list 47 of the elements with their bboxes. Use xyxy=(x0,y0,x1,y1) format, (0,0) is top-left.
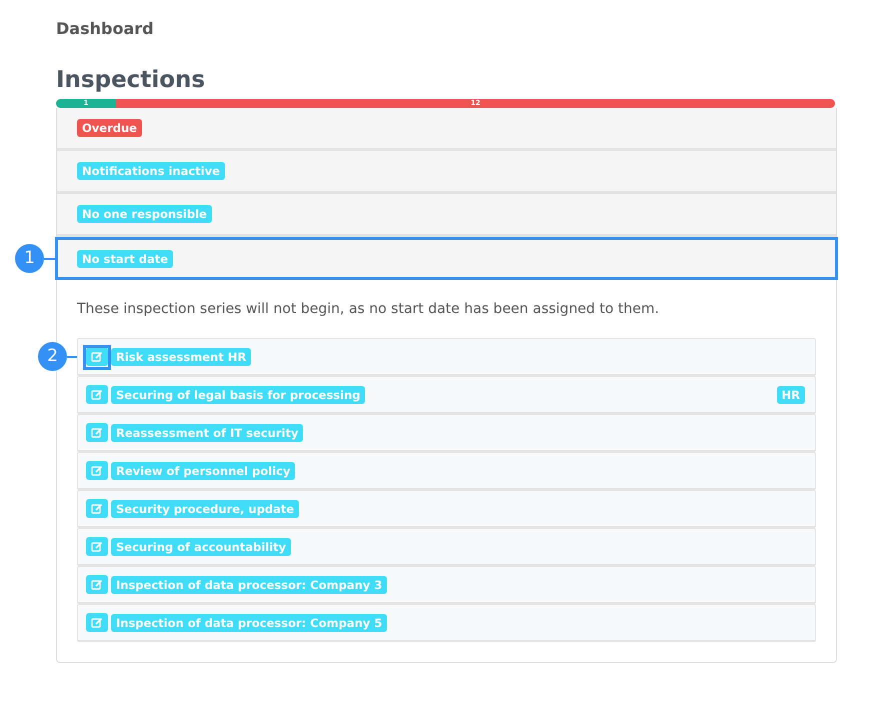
list-row[interactable]: Risk assessment HR xyxy=(77,338,816,376)
inspection-badge[interactable]: Review of personnel policy xyxy=(111,462,296,480)
edit-icon xyxy=(91,389,103,400)
edit-button[interactable] xyxy=(86,613,108,632)
panel-header[interactable]: Overdue xyxy=(57,108,836,151)
leader-line xyxy=(44,258,56,260)
edit-button[interactable] xyxy=(86,385,108,404)
list-row[interactable]: Reassessment of IT security xyxy=(77,414,816,452)
inspection-badge[interactable]: Securing of accountability xyxy=(111,538,292,556)
panel-header[interactable]: No one responsible xyxy=(57,194,836,237)
inspection-badge[interactable]: Securing of legal basis for processing xyxy=(111,386,366,404)
edit-button[interactable] xyxy=(86,461,108,480)
list-row[interactable]: Inspection of data processor: Company 5 xyxy=(77,604,816,642)
status-badge: No one responsible xyxy=(77,205,212,223)
edit-button[interactable] xyxy=(86,499,108,518)
panel-header[interactable]: Notifications inactive xyxy=(57,151,836,194)
edit-icon xyxy=(91,617,103,628)
list-row[interactable]: Inspection of data processor: Company 3 xyxy=(77,566,816,604)
highlight-frame xyxy=(83,345,111,370)
breadcrumb[interactable]: Dashboard xyxy=(56,19,154,38)
status-badge: Overdue xyxy=(77,119,142,137)
callout-marker: 2 xyxy=(38,342,67,371)
list-row[interactable]: Review of personnel policy xyxy=(77,452,816,490)
list-row[interactable]: Securing of legal basis for processing HR xyxy=(77,376,816,414)
list-row[interactable]: Security procedure, update xyxy=(77,490,816,528)
edit-icon xyxy=(91,579,103,590)
inspection-badge[interactable]: Security procedure, update xyxy=(111,500,300,518)
inspection-badge[interactable]: Reassessment of IT security xyxy=(111,424,304,442)
inspection-badge[interactable]: Inspection of data processor: Company 5 xyxy=(111,614,388,632)
edit-icon xyxy=(91,351,103,362)
status-badge: No start date xyxy=(77,250,174,268)
edit-button[interactable] xyxy=(86,423,108,442)
tag-badge: HR xyxy=(776,386,805,404)
edit-button[interactable] xyxy=(86,347,108,366)
edit-icon xyxy=(91,427,103,438)
callout-marker: 1 xyxy=(15,244,44,273)
list-row[interactable]: Securing of accountability xyxy=(77,528,816,566)
status-badge: Notifications inactive xyxy=(77,162,225,180)
edit-icon xyxy=(91,465,103,476)
edit-button[interactable] xyxy=(86,575,108,594)
edit-icon xyxy=(91,541,103,552)
edit-icon xyxy=(91,503,103,514)
inspection-badge[interactable]: Inspection of data processor: Company 3 xyxy=(111,576,388,594)
description-text: These inspection series will not begin, as no start date has been assigned to them. xyxy=(77,301,660,317)
edit-button[interactable] xyxy=(86,537,108,556)
inspection-badge[interactable]: Risk assessment HR xyxy=(111,348,252,366)
page-title: Inspections xyxy=(56,67,206,93)
